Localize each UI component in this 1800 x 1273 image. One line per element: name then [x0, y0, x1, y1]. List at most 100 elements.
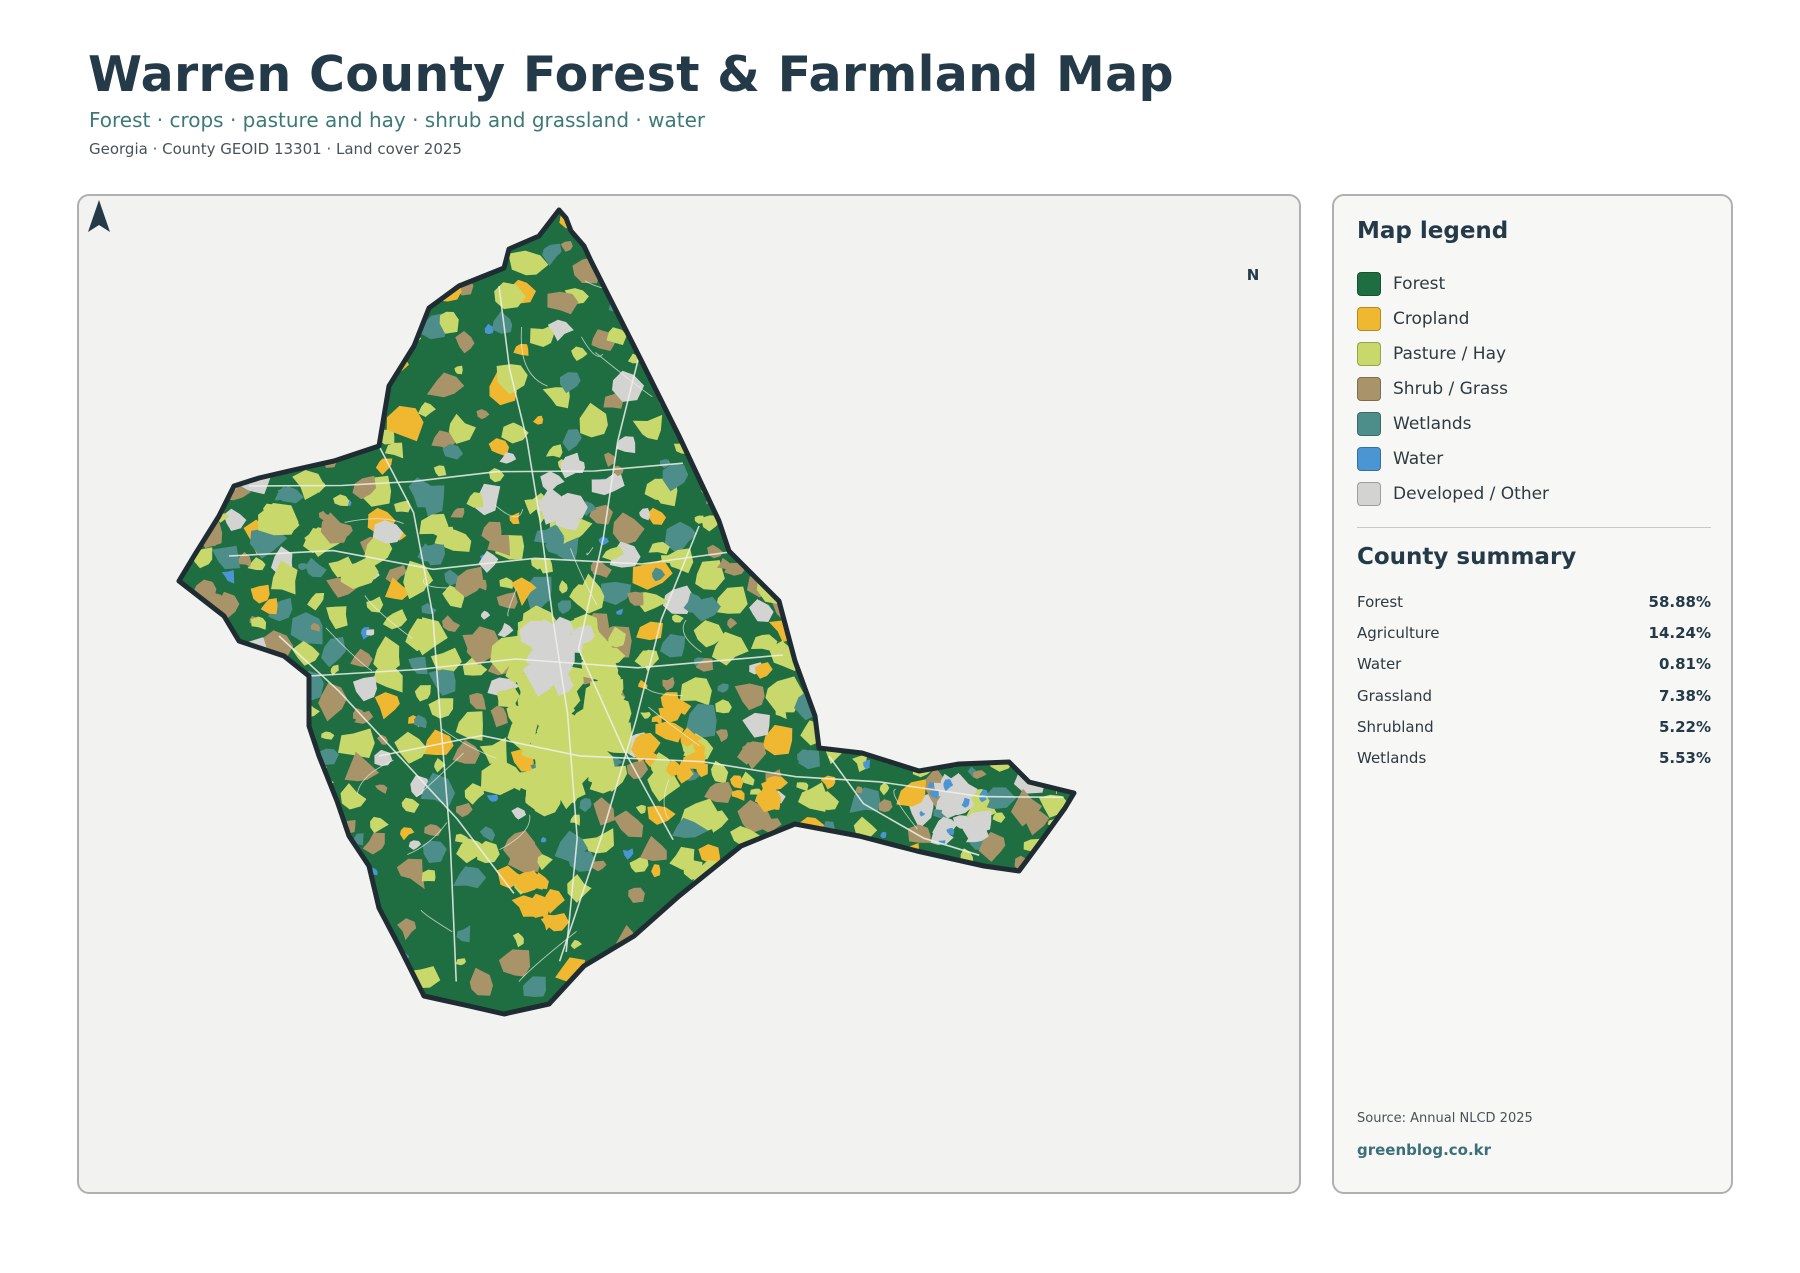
cropland-patch [950, 240, 970, 266]
side-panel: Map legend Forest Cropland Pasture / Hay… [1332, 194, 1733, 1194]
cropland-patch [875, 472, 903, 498]
shrub-grass-patch [204, 761, 222, 782]
shrub-grass-patch [1001, 494, 1017, 516]
legend-item-forest: Forest [1357, 266, 1549, 301]
wetland-patch [1048, 488, 1063, 507]
pasture-patch [242, 661, 272, 694]
developed-patch [775, 565, 785, 576]
pasture-patch [215, 684, 227, 692]
pasture-patch [179, 894, 194, 916]
shrub-grass-patch [693, 999, 714, 1014]
water-patch [987, 572, 1001, 586]
cropland-patch [295, 856, 306, 865]
developed-patch [1058, 632, 1074, 641]
site-link[interactable]: greenblog.co.kr [1357, 1141, 1491, 1159]
water-patch [279, 270, 287, 280]
pasture-patch [944, 616, 961, 632]
pasture-patch [948, 270, 967, 297]
developed-patch [1003, 404, 1039, 438]
minor-road-line [378, 298, 388, 314]
legend-label: Water [1393, 448, 1444, 469]
legend-swatch-wetlands [1357, 411, 1381, 436]
wetland-patch [265, 416, 288, 436]
pasture-patch [332, 277, 345, 285]
county-map[interactable] [79, 196, 1299, 1192]
pasture-patch [204, 734, 225, 758]
pasture-patch [717, 247, 745, 273]
shrub-grass-patch [238, 853, 252, 863]
pasture-patch [953, 555, 971, 569]
water-patch [989, 517, 996, 524]
water-patch [1065, 291, 1072, 299]
shrub-grass-patch [980, 599, 1007, 617]
cropland-patch [834, 323, 851, 335]
pasture-patch [1053, 583, 1074, 613]
pasture-patch [179, 470, 199, 500]
wetland-patch [925, 563, 959, 587]
pasture-patch [810, 670, 826, 681]
pasture-patch [179, 298, 199, 340]
summary-heading: County summary [1357, 544, 1577, 570]
cropland-patch [784, 862, 809, 878]
cropland-patch [783, 393, 803, 410]
shrub-grass-patch [967, 535, 991, 553]
minor-road-line [945, 290, 1004, 310]
developed-patch [237, 692, 259, 716]
pasture-patch [747, 914, 778, 945]
shrub-grass-patch [663, 333, 680, 349]
cropland-patch [179, 817, 203, 835]
wetland-patch [1056, 677, 1074, 687]
shrub-grass-patch [182, 691, 215, 715]
water-patch [993, 290, 1003, 298]
shrub-grass-patch [735, 216, 770, 241]
cropland-patch [955, 536, 967, 547]
pasture-patch [217, 638, 228, 644]
pasture-patch [183, 842, 198, 858]
cropland-patch [324, 285, 354, 326]
wetland-patch [883, 351, 916, 370]
water-patch [673, 249, 684, 263]
water-patch [325, 424, 335, 437]
pasture-patch [666, 379, 697, 402]
pasture-patch [1009, 886, 1042, 916]
pasture-patch [296, 236, 314, 250]
minor-road-line [882, 867, 941, 894]
shrub-grass-patch [879, 687, 909, 720]
pasture-patch [216, 977, 249, 1007]
minor-road-line [271, 884, 280, 895]
pasture-patch [941, 664, 961, 684]
developed-patch [230, 402, 243, 414]
minor-road-line [901, 706, 904, 719]
pasture-patch [1055, 648, 1074, 667]
wetland-patch [795, 281, 822, 298]
wetland-patch [744, 867, 757, 885]
pasture-patch [1049, 399, 1074, 429]
page-title: Warren County Forest & Farmland Map [88, 46, 1174, 103]
map-panel[interactable]: N [77, 194, 1301, 1194]
wetland-patch [1045, 726, 1071, 759]
shrub-grass-patch [826, 655, 854, 674]
summary-label: Water [1357, 655, 1402, 674]
pasture-patch [336, 212, 353, 236]
water-patch [876, 365, 883, 371]
shrub-grass-patch [740, 273, 760, 293]
pasture-patch [838, 572, 854, 587]
cropland-patch [242, 227, 261, 248]
pasture-patch [845, 988, 860, 1009]
wetland-patch [616, 248, 627, 255]
minor-road-line [740, 424, 764, 486]
developed-patch [798, 868, 816, 889]
shrub-grass-patch [202, 402, 236, 436]
shrub-grass-patch [837, 476, 874, 518]
pasture-patch [249, 958, 262, 971]
summary-row: Forest 58.88% [1357, 586, 1711, 617]
minor-road-line [296, 953, 320, 988]
shrub-grass-patch [1013, 559, 1025, 571]
developed-patch [360, 399, 383, 411]
cropland-patch [625, 256, 654, 284]
pasture-patch [774, 224, 812, 259]
wetland-patch [221, 210, 246, 228]
pasture-patch [714, 460, 742, 501]
cropland-patch [920, 447, 937, 463]
shrub-grass-patch [200, 295, 222, 313]
